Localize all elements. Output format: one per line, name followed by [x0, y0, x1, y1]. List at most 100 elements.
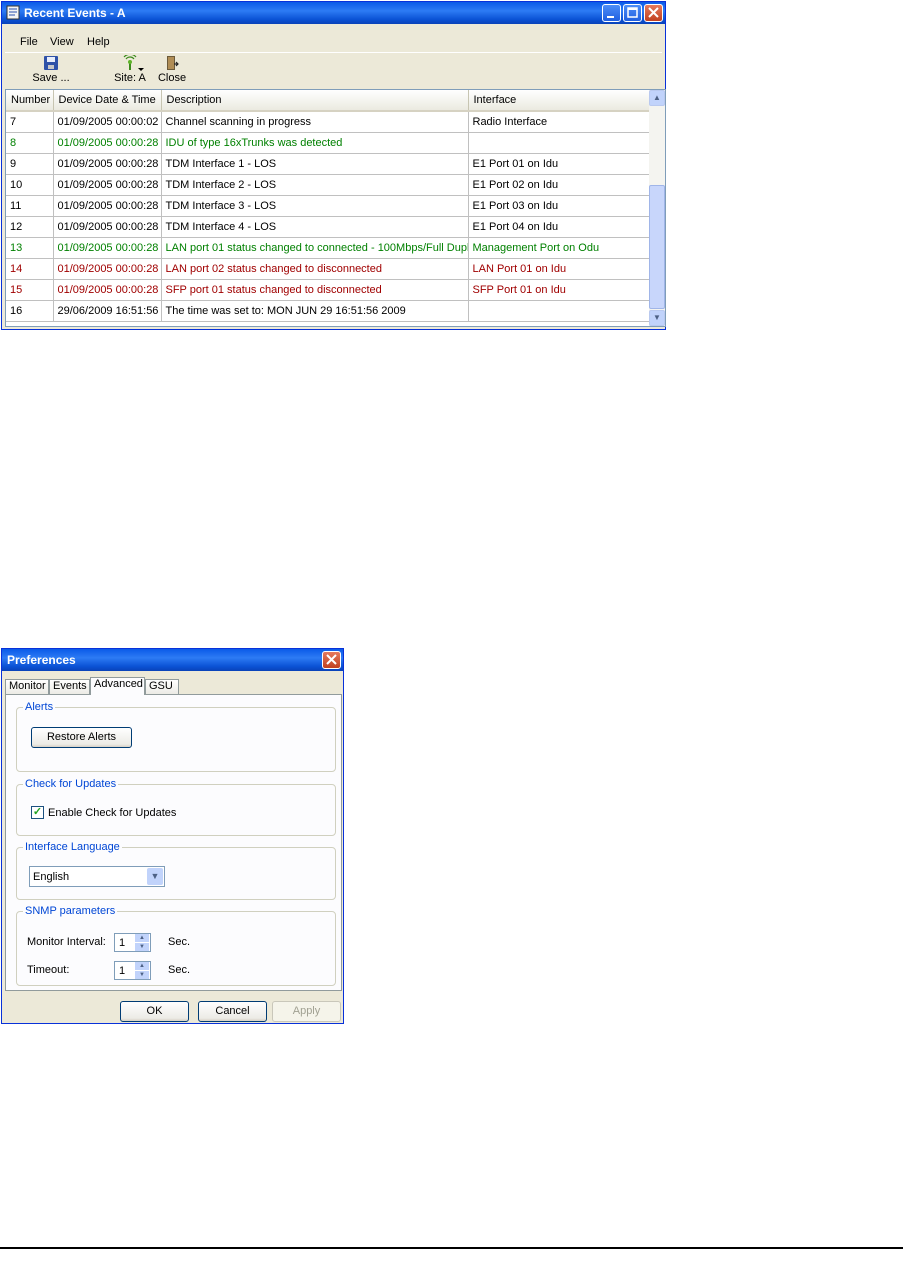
close-icon: [326, 654, 337, 665]
col-number-header[interactable]: Number: [6, 90, 54, 112]
table-row[interactable]: 16 29/06/2009 16:51:56 The time was set to…: [6, 300, 651, 322]
language-group-title: Interface Language: [23, 841, 122, 853]
events-close-window-button[interactable]: [644, 4, 663, 22]
enable-updates-label[interactable]: Enable Check for Updates: [48, 807, 176, 819]
events-grid[interactable]: Number Device Date & Time Description In…: [5, 89, 666, 327]
scroll-up-button[interactable]: ▲: [649, 90, 665, 106]
site-label: Site: A: [114, 72, 146, 84]
table-row[interactable]: 11 01/09/2005 00:00:28 TDM Interface 3 - L…: [6, 195, 651, 217]
cell-description: TDM Interface 4 - LOS: [161, 216, 469, 238]
ok-button[interactable]: OK: [120, 1001, 189, 1022]
cell-interface: E1 Port 03 on Idu: [468, 195, 651, 217]
menu-view[interactable]: View: [50, 36, 74, 48]
chevron-down-icon[interactable]: [138, 68, 144, 72]
timeout-value[interactable]: 1: [119, 965, 125, 977]
cancel-button[interactable]: Cancel: [198, 1001, 267, 1022]
close-button[interactable]: Close: [155, 55, 189, 84]
table-row[interactable]: 10 01/09/2005 00:00:28 TDM Interface 2 - L…: [6, 174, 651, 196]
stepper-up-icon[interactable]: ▲: [135, 934, 149, 942]
page-divider: [0, 1247, 903, 1249]
save-label: Save ...: [32, 72, 70, 84]
updates-group: Check for Updates ✓ Enable Check for Upd…: [16, 778, 336, 836]
cell-interface: Radio Interface: [468, 111, 651, 133]
minimize-button[interactable]: [602, 4, 621, 22]
cell-description: TDM Interface 2 - LOS: [161, 174, 469, 196]
monitor-interval-value[interactable]: 1: [119, 937, 125, 949]
antenna-icon: [123, 55, 137, 70]
toolbar: Save ... Site: A Close: [5, 52, 662, 89]
menu-bar: File View Help: [5, 33, 662, 51]
updates-group-title: Check for Updates: [23, 778, 119, 790]
tab-gsu[interactable]: GSU: [145, 679, 179, 694]
snmp-group: SNMP parameters Monitor Interval: 1 ▲ ▼ …: [16, 905, 336, 986]
table-row[interactable]: 14 01/09/2005 00:00:28 LAN port 02 status …: [6, 258, 651, 280]
language-select[interactable]: English ▼: [29, 866, 165, 887]
scroll-down-button[interactable]: ▼: [649, 310, 665, 326]
cell-description: LAN port 01 status changed to connected …: [161, 237, 469, 259]
monitor-interval-unit: Sec.: [168, 936, 191, 948]
cell-datetime: 01/09/2005 00:00:28: [53, 279, 162, 301]
recent-events-window: Recent Events - A File View Help Save ..…: [1, 1, 666, 330]
prefs-close-window-button[interactable]: [322, 651, 341, 669]
cell-datetime: 01/09/2005 00:00:28: [53, 153, 162, 175]
table-row[interactable]: 9 01/09/2005 00:00:28 TDM Interface 1 - LO…: [6, 153, 651, 175]
events-window-title: Recent Events - A: [24, 6, 126, 20]
vertical-scrollbar[interactable]: ▲ ▼: [649, 90, 665, 326]
tab-events[interactable]: Events: [49, 679, 90, 694]
language-select-value: English: [33, 871, 70, 883]
table-row[interactable]: 8 01/09/2005 00:00:28 IDU of type 16xTrunk…: [6, 132, 651, 154]
menu-file[interactable]: File: [20, 36, 38, 48]
table-row[interactable]: 15 01/09/2005 00:00:28 SFP port 01 status …: [6, 279, 651, 301]
cell-number: 10: [6, 174, 54, 196]
cell-description: TDM Interface 1 - LOS: [161, 153, 469, 175]
col-description-header[interactable]: Description: [161, 90, 469, 112]
stepper-up-icon[interactable]: ▲: [135, 962, 149, 970]
prefs-titlebar[interactable]: Preferences: [2, 649, 343, 671]
cell-interface: Management Port on Odu: [468, 237, 651, 259]
cell-description: IDU of type 16xTrunks was detected: [161, 132, 469, 154]
maximize-button[interactable]: [623, 4, 642, 22]
save-button[interactable]: Save ...: [30, 55, 72, 84]
maximize-icon: [627, 7, 638, 18]
cell-number: 15: [6, 279, 54, 301]
timeout-stepper[interactable]: 1 ▲ ▼: [114, 961, 151, 980]
col-datetime-header[interactable]: Device Date & Time: [53, 90, 162, 112]
cell-number: 13: [6, 237, 54, 259]
menu-help[interactable]: Help: [87, 36, 110, 48]
cell-interface: SFP Port 01 on Idu: [468, 279, 651, 301]
cell-datetime: 29/06/2009 16:51:56: [53, 300, 162, 322]
table-row[interactable]: 12 01/09/2005 00:00:28 TDM Interface 4 - L…: [6, 216, 651, 238]
cell-description: Channel scanning in progress: [161, 111, 469, 133]
minimize-icon: [607, 16, 614, 18]
tab-monitor[interactable]: Monitor: [5, 679, 49, 694]
stepper-down-icon[interactable]: ▼: [135, 971, 149, 979]
restore-alerts-button[interactable]: Restore Alerts: [31, 727, 132, 748]
cell-datetime: 01/09/2005 00:00:28: [53, 174, 162, 196]
cell-interface: [468, 132, 651, 154]
col-interface-header[interactable]: Interface: [468, 90, 651, 112]
timeout-label: Timeout:: [27, 964, 70, 976]
tab-advanced[interactable]: Advanced: [90, 677, 145, 695]
enable-updates-checkbox[interactable]: ✓: [31, 806, 44, 819]
header-row: Number Device Date & Time Description In…: [6, 90, 651, 112]
cell-datetime: 01/09/2005 00:00:28: [53, 237, 162, 259]
table-row[interactable]: 7 01/09/2005 00:00:02 Channel scanning in …: [6, 111, 651, 133]
table-row[interactable]: 13 01/09/2005 00:00:28 LAN port 01 status …: [6, 237, 651, 259]
advanced-tab-panel: Alerts Restore Alerts Check for Updates …: [5, 694, 342, 991]
stepper-down-icon[interactable]: ▼: [135, 943, 149, 951]
events-table-body: 7 01/09/2005 00:00:02 Channel scanning in …: [6, 111, 651, 322]
scroll-thumb[interactable]: [649, 185, 665, 309]
cell-datetime: 01/09/2005 00:00:02: [53, 111, 162, 133]
apply-button[interactable]: Apply: [272, 1001, 341, 1022]
monitor-interval-stepper[interactable]: 1 ▲ ▼: [114, 933, 151, 952]
cell-number: 14: [6, 258, 54, 280]
close-icon: [648, 7, 659, 18]
alerts-group-title: Alerts: [23, 701, 56, 713]
cell-number: 16: [6, 300, 54, 322]
close-label: Close: [157, 72, 187, 84]
timeout-unit: Sec.: [168, 964, 191, 976]
language-group: Interface Language English ▼: [16, 841, 336, 900]
events-titlebar[interactable]: Recent Events - A: [2, 2, 665, 24]
chevron-down-icon: ▼: [147, 868, 163, 885]
site-selector-button[interactable]: Site: A: [105, 55, 155, 84]
